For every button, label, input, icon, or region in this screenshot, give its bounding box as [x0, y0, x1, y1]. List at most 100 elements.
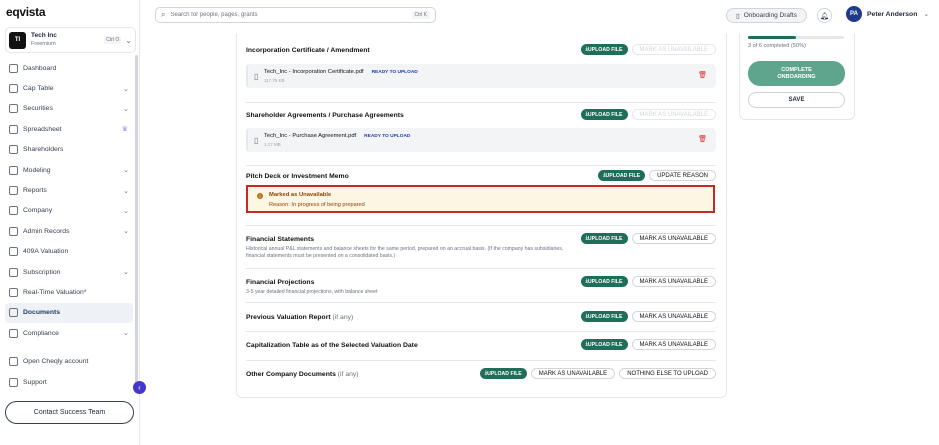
- upload-file-button[interactable]: ⤓ UPLOAD FILE: [580, 233, 628, 244]
- trash-icon[interactable]: 🗑︎: [698, 71, 707, 79]
- sidebar-item-label: Documents: [23, 309, 61, 317]
- nav-icon: [9, 104, 18, 114]
- sidebar-item-subscription[interactable]: Subscription ⌄: [5, 262, 133, 282]
- search-input[interactable]: [170, 12, 412, 18]
- progress-text: 3 of 6 completed (50%): [748, 43, 806, 49]
- chevron-down-icon: ⌄: [123, 85, 129, 93]
- complete-onboarding-button[interactable]: COMPLETE ONBOARDING: [748, 61, 845, 86]
- bell-icon[interactable]: 🔔︎: [817, 8, 832, 23]
- upload-file-button[interactable]: ⤓ UPLOAD FILE: [580, 339, 628, 350]
- nav-icon: [9, 206, 18, 216]
- unavailable-alert: ! Marked as Unavailable Reason: In progr…: [246, 185, 715, 213]
- progress-fill: [748, 36, 796, 39]
- sidebar-item-label: 409A Valuation: [23, 248, 69, 256]
- sidebar-item-label: Securities: [23, 105, 53, 113]
- onboarding-drafts-label: Onboarding Drafts: [743, 12, 797, 19]
- chevron-down-icon: ⌄: [125, 35, 132, 45]
- sidebar-item-dashboard[interactable]: Dashboard: [5, 58, 133, 78]
- divider: [246, 102, 716, 103]
- nav-icon: [9, 267, 18, 277]
- upload-file-button[interactable]: ⤓ UPLOAD FILE: [580, 276, 628, 287]
- sidebar-item-real-time-valuation[interactable]: Real-Time Valuation*: [5, 282, 133, 302]
- mark-unavailable-button[interactable]: MARK AS UNAVAILABLE: [631, 276, 716, 287]
- sidebar-item-label: Dashboard: [23, 64, 57, 72]
- document-icon: ▯: [736, 12, 740, 20]
- chevron-down-icon: ⌄: [123, 269, 129, 277]
- nav-icon: [9, 247, 18, 257]
- sidebar-item-409a-valuation[interactable]: 409A Valuation: [5, 242, 133, 262]
- nav-icon: [9, 308, 18, 318]
- sidebar-item-securities[interactable]: Securities ⌄: [5, 99, 133, 119]
- nav-icon: [9, 186, 18, 196]
- section-incorporation: Incorporation Certificate / Amendment ⤓ …: [246, 44, 716, 55]
- chevron-down-icon: ⌄: [123, 330, 129, 338]
- search-box[interactable]: ⌕ Ctrl K: [155, 7, 436, 23]
- nav-icon: [9, 124, 18, 134]
- top-bar: ⌕ Ctrl K ▯ Onboarding Drafts 🔔︎ PA Peter…: [140, 0, 939, 30]
- upload-file-button[interactable]: ⤓ UPLOAD FILE: [479, 368, 527, 379]
- status-badge: READY TO UPLOAD: [364, 134, 411, 139]
- user-menu[interactable]: PA Peter Anderson ⌄: [846, 6, 929, 22]
- sidebar-item-label: Support: [23, 378, 47, 386]
- chevron-down-icon: ⌄: [123, 187, 129, 195]
- sidebar-item-reports[interactable]: Reports ⌄: [5, 180, 133, 200]
- upload-file-button[interactable]: ⤓ UPLOAD FILE: [580, 109, 628, 120]
- nav-icon: [9, 63, 18, 73]
- sidebar-item-label: Company: [23, 207, 53, 215]
- trash-icon[interactable]: 🗑︎: [698, 135, 707, 143]
- save-button[interactable]: SAVE: [748, 92, 845, 108]
- warning-icon: !: [257, 193, 263, 199]
- mark-unavailable-button[interactable]: MARK AS UNAVAILABLE: [530, 368, 616, 379]
- sidebar-item-label: Reports: [23, 187, 47, 195]
- nothing-else-button[interactable]: NOTHING ELSE TO UPLOAD: [619, 368, 716, 379]
- mark-unavailable-button[interactable]: MARK AS UNAVAILABLE: [631, 233, 716, 244]
- sidebar-scrollbar[interactable]: [135, 55, 138, 385]
- nav-icon: [9, 84, 18, 94]
- upload-file-button[interactable]: ⤓ UPLOAD FILE: [580, 311, 628, 322]
- upload-file-button[interactable]: ⤓ UPLOAD FILE: [598, 170, 646, 181]
- sidebar-item-support[interactable]: Support: [5, 372, 133, 392]
- section-pitch-deck: Pitch Deck or Investment Memo ⤓ UPLOAD F…: [246, 170, 716, 181]
- update-reason-button[interactable]: UPDATE REASON: [649, 170, 716, 181]
- collapse-sidebar-button[interactable]: ‹: [133, 381, 146, 394]
- section-other-documents: Other Company Documents (if any) ⤓ UPLOA…: [246, 368, 716, 379]
- sidebar-item-open-cheqly-account[interactable]: Open Cheqly account: [5, 351, 133, 371]
- sidebar-item-company[interactable]: Company ⌄: [5, 201, 133, 221]
- file-item: ▯ Tech_Inc - Purchase Agreement.pdf READY…: [246, 128, 716, 152]
- sidebar: eqvista TI Tech Inc Freemium Ctrl O ⌄ Da…: [0, 0, 140, 445]
- divider: [246, 302, 716, 303]
- company-shortcut: Ctrl O: [104, 36, 122, 44]
- contact-success-team-button[interactable]: Contact Success Team: [5, 401, 134, 424]
- sidebar-item-label: Shareholders: [23, 146, 64, 154]
- mark-unavailable-button[interactable]: MARK AS UNAVAILABLE: [631, 44, 716, 55]
- sidebar-item-modeling[interactable]: Modeling ⌄: [5, 160, 133, 180]
- app-logo[interactable]: eqvista: [6, 5, 46, 19]
- sidebar-item-documents[interactable]: Documents: [5, 302, 133, 324]
- nav-icon: [9, 165, 18, 175]
- divider: [246, 225, 716, 226]
- chevron-down-icon: ⌄: [123, 105, 129, 113]
- company-name: Tech Inc: [31, 32, 57, 39]
- sidebar-item-spreadsheet[interactable]: Spreadsheet ♛: [5, 119, 133, 139]
- chevron-down-icon: ⌄: [123, 167, 129, 175]
- mark-unavailable-button[interactable]: MARK AS UNAVAILABLE: [631, 339, 716, 350]
- sidebar-item-cap-table[interactable]: Cap Table ⌄: [5, 78, 133, 98]
- upload-file-button[interactable]: ⤓ UPLOAD FILE: [580, 44, 628, 55]
- file-icon: ▯: [254, 136, 259, 145]
- file-name: Tech_Inc - Incorporation Certificate.pdf: [264, 69, 364, 75]
- search-icon: ⌕: [161, 10, 166, 19]
- avatar: PA: [846, 6, 862, 22]
- chevron-left-icon: ‹: [138, 383, 141, 392]
- sidebar-item-label: Spreadsheet: [23, 125, 62, 133]
- sidebar-item-admin-records[interactable]: Admin Records ⌄: [5, 221, 133, 241]
- mark-unavailable-button[interactable]: MARK AS UNAVAILABLE: [631, 109, 716, 120]
- onboarding-drafts-button[interactable]: ▯ Onboarding Drafts: [726, 8, 807, 23]
- sidebar-item-compliance[interactable]: Compliance ⌄: [5, 323, 133, 343]
- sidebar-nav: Dashboard Cap Table ⌄ Securities ⌄ Spreadshee…: [5, 58, 133, 392]
- company-switcher[interactable]: TI Tech Inc Freemium Ctrl O ⌄: [5, 27, 136, 53]
- nav-icon: [9, 377, 18, 387]
- sidebar-item-shareholders[interactable]: Shareholders: [5, 140, 133, 160]
- section-title: Other Company Documents: [246, 371, 336, 378]
- mark-unavailable-button[interactable]: MARK AS UNAVAILABLE: [631, 311, 716, 322]
